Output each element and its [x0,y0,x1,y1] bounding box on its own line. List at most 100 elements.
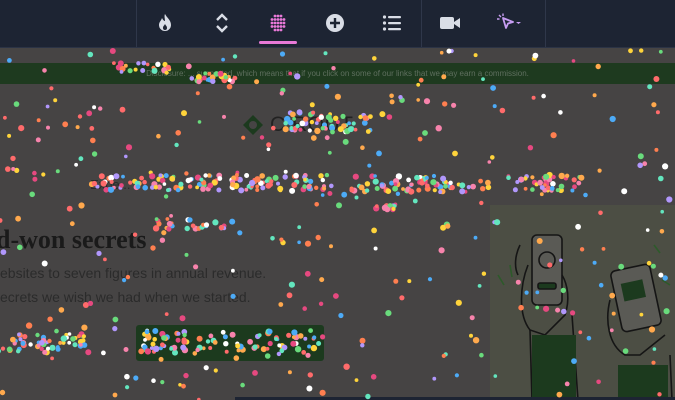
click-dot [469,315,475,321]
click-dot [365,129,371,134]
dot-grid-button[interactable] [259,6,297,44]
click-dot [343,363,350,370]
click-dot [393,278,399,284]
click-dot [654,147,659,152]
click-dot [35,137,41,143]
click-dot [196,226,202,231]
click-dot [213,368,218,373]
click-dot [385,310,392,317]
click-dot [203,222,210,228]
click-dot [363,115,370,121]
scroll-depth-button[interactable] [203,6,241,40]
click-dot [297,240,301,245]
click-dot [252,370,258,376]
click-dot [237,230,243,236]
click-dot [532,52,539,59]
click-dot [18,125,25,132]
click-dot [0,218,3,223]
click-dot [286,292,293,299]
click-dot [469,333,473,338]
click-dot [592,93,597,98]
click-dot [391,206,396,211]
click-dot [45,340,49,345]
click-dot [77,338,84,345]
click-dot [179,315,186,322]
click-dot [78,156,84,162]
click-dot [124,373,130,380]
list-button[interactable] [373,6,411,40]
click-dot [455,299,462,306]
click-dot [373,246,378,251]
click-dot [75,125,80,130]
click-dot [416,98,421,102]
click-dot [342,138,349,145]
click-dot [270,236,275,241]
click-dot [423,98,431,105]
click-dot [443,352,448,357]
click-dot [441,353,446,358]
click-dot [20,340,26,346]
nav-item-1[interactable]: Expe... [90,177,130,192]
click-dot [0,389,6,396]
click-dot [164,312,169,316]
click-dot [280,87,286,93]
click-dot [47,316,53,322]
click-dot [39,346,44,351]
click-dot [168,224,173,229]
click-dot [72,342,78,348]
click-dot [360,145,365,150]
click-dot [86,110,93,117]
dot-grid-icon [270,14,286,32]
recordings-button[interactable] [431,6,469,40]
site-logo[interactable]: C ROUT [242,111,354,139]
click-dot [334,93,341,100]
click-dot [221,223,227,229]
click-dot [477,284,482,288]
click-dot [74,162,78,167]
click-dot [278,302,284,307]
cta-button[interactable] [136,325,324,361]
click-dot [368,114,373,119]
click-dot [35,343,41,350]
click-dot [329,244,333,249]
click-dot [314,202,320,207]
click-dot [438,247,445,254]
click-dot [628,48,633,54]
click-dot [3,115,7,120]
click-dot [78,342,83,347]
click-tool-button[interactable] [490,6,528,40]
click-dot [7,347,13,353]
click-dot [442,101,448,107]
click-dot [36,340,41,345]
click-dot [212,219,219,226]
click-dot [40,334,47,340]
video-camera-icon [440,17,460,29]
click-dot [160,380,165,385]
click-dot [43,349,50,356]
click-dot [309,102,315,108]
click-dot [499,107,506,114]
flame-button[interactable] [146,6,184,40]
click-dot [609,115,616,123]
click-dot [181,110,187,117]
click-dot [81,324,88,331]
add-button[interactable] [316,6,354,40]
click-dot [280,239,286,246]
heatmap-toolbar [0,0,675,48]
click-dot [319,277,325,283]
click-dot [125,144,133,151]
click-dot [398,95,403,100]
click-dot [0,348,1,354]
click-dot [15,215,21,222]
click-dot [361,112,367,119]
click-dot [55,345,60,349]
click-dot [222,226,227,231]
click-dot [12,341,17,346]
click-dot [165,217,170,221]
click-dot [154,217,159,222]
click-dot [479,200,484,206]
click-dot [407,279,412,284]
click-dot [360,343,365,348]
click-dot [28,342,33,347]
click-dot [279,91,284,96]
